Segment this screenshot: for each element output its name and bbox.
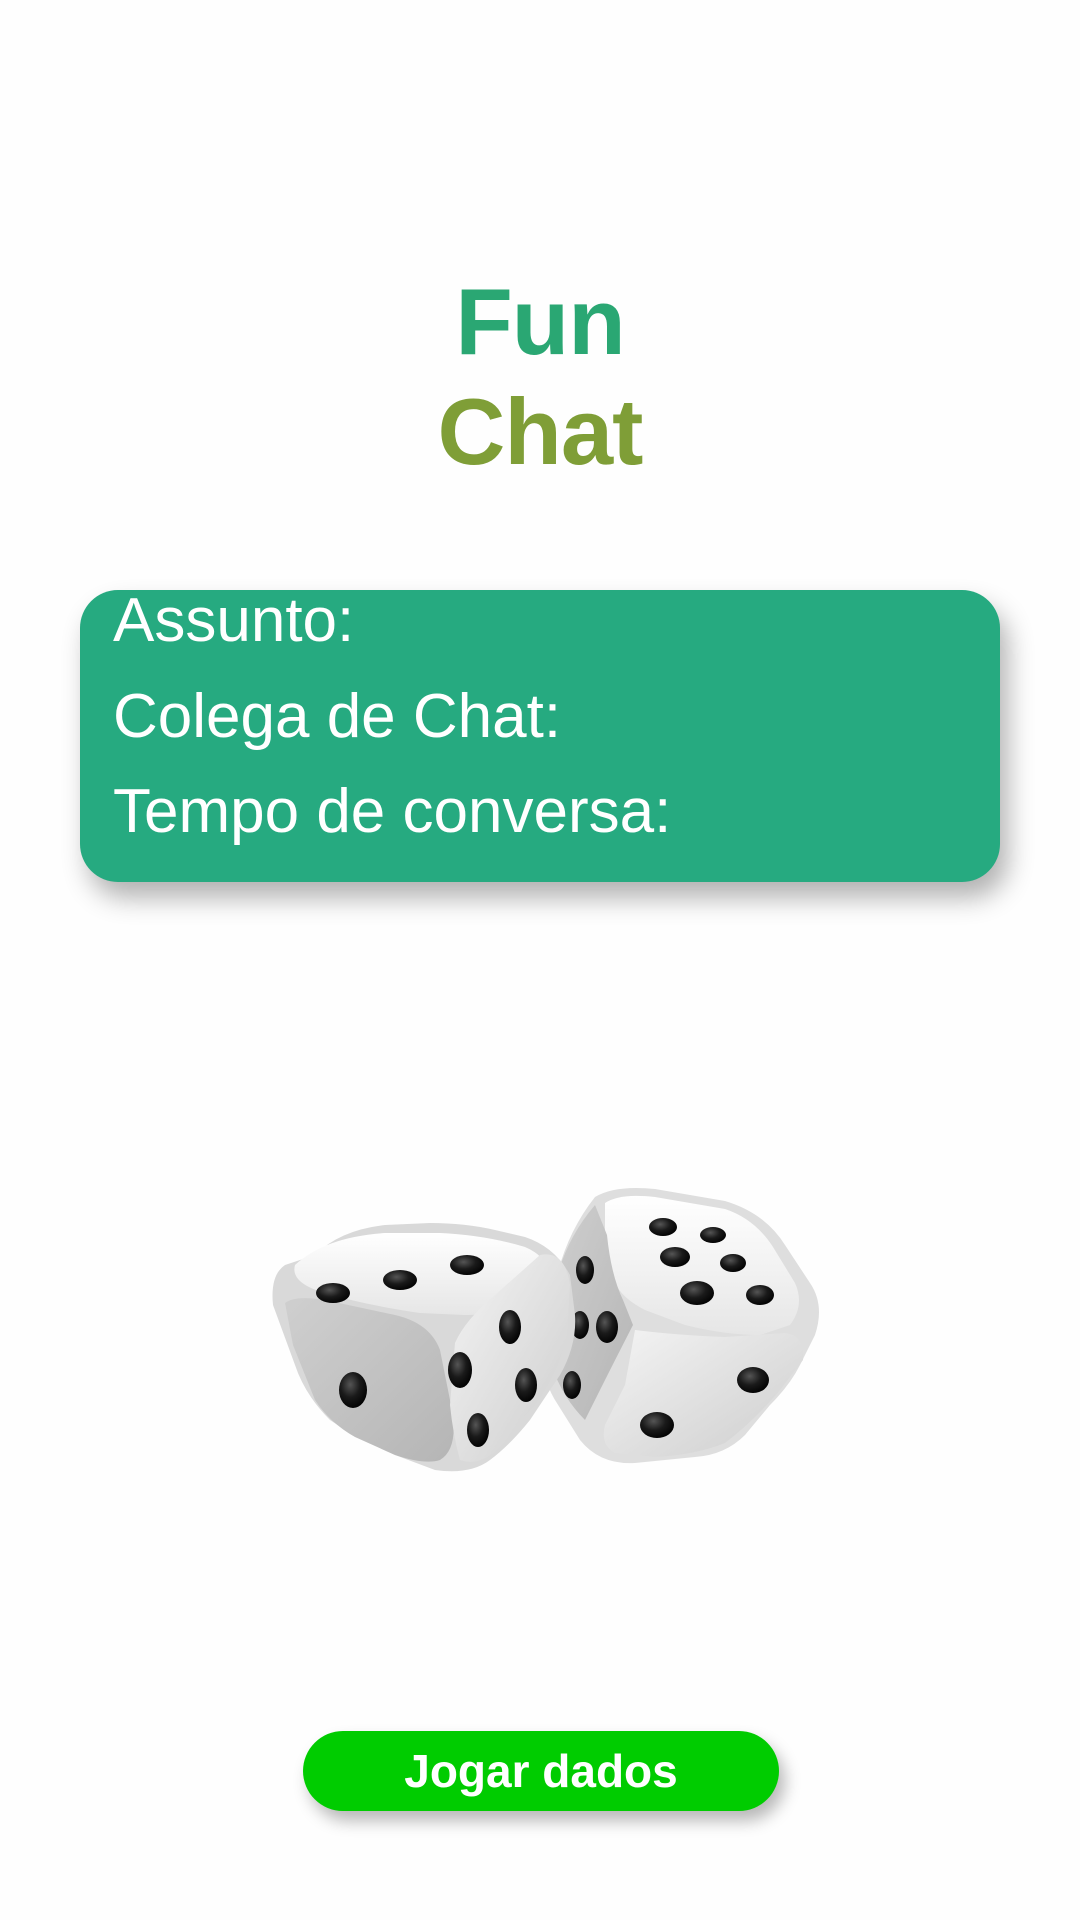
app-title-chat: Chat xyxy=(437,379,644,484)
left-die xyxy=(272,1223,576,1472)
chat-info-card: Assunto: Colega de Chat: Tempo de conver… xyxy=(80,590,1000,882)
chat-partner-label: Colega de Chat: xyxy=(113,682,562,751)
dice-icon xyxy=(255,1175,835,1525)
right-die xyxy=(543,1188,819,1464)
app-title-fun: Fun xyxy=(455,269,625,374)
roll-dice-button[interactable]: Jogar dados xyxy=(303,1731,779,1811)
topic-label: Assunto: xyxy=(113,586,355,655)
conversation-time-label: Tempo de conversa: xyxy=(113,777,672,846)
